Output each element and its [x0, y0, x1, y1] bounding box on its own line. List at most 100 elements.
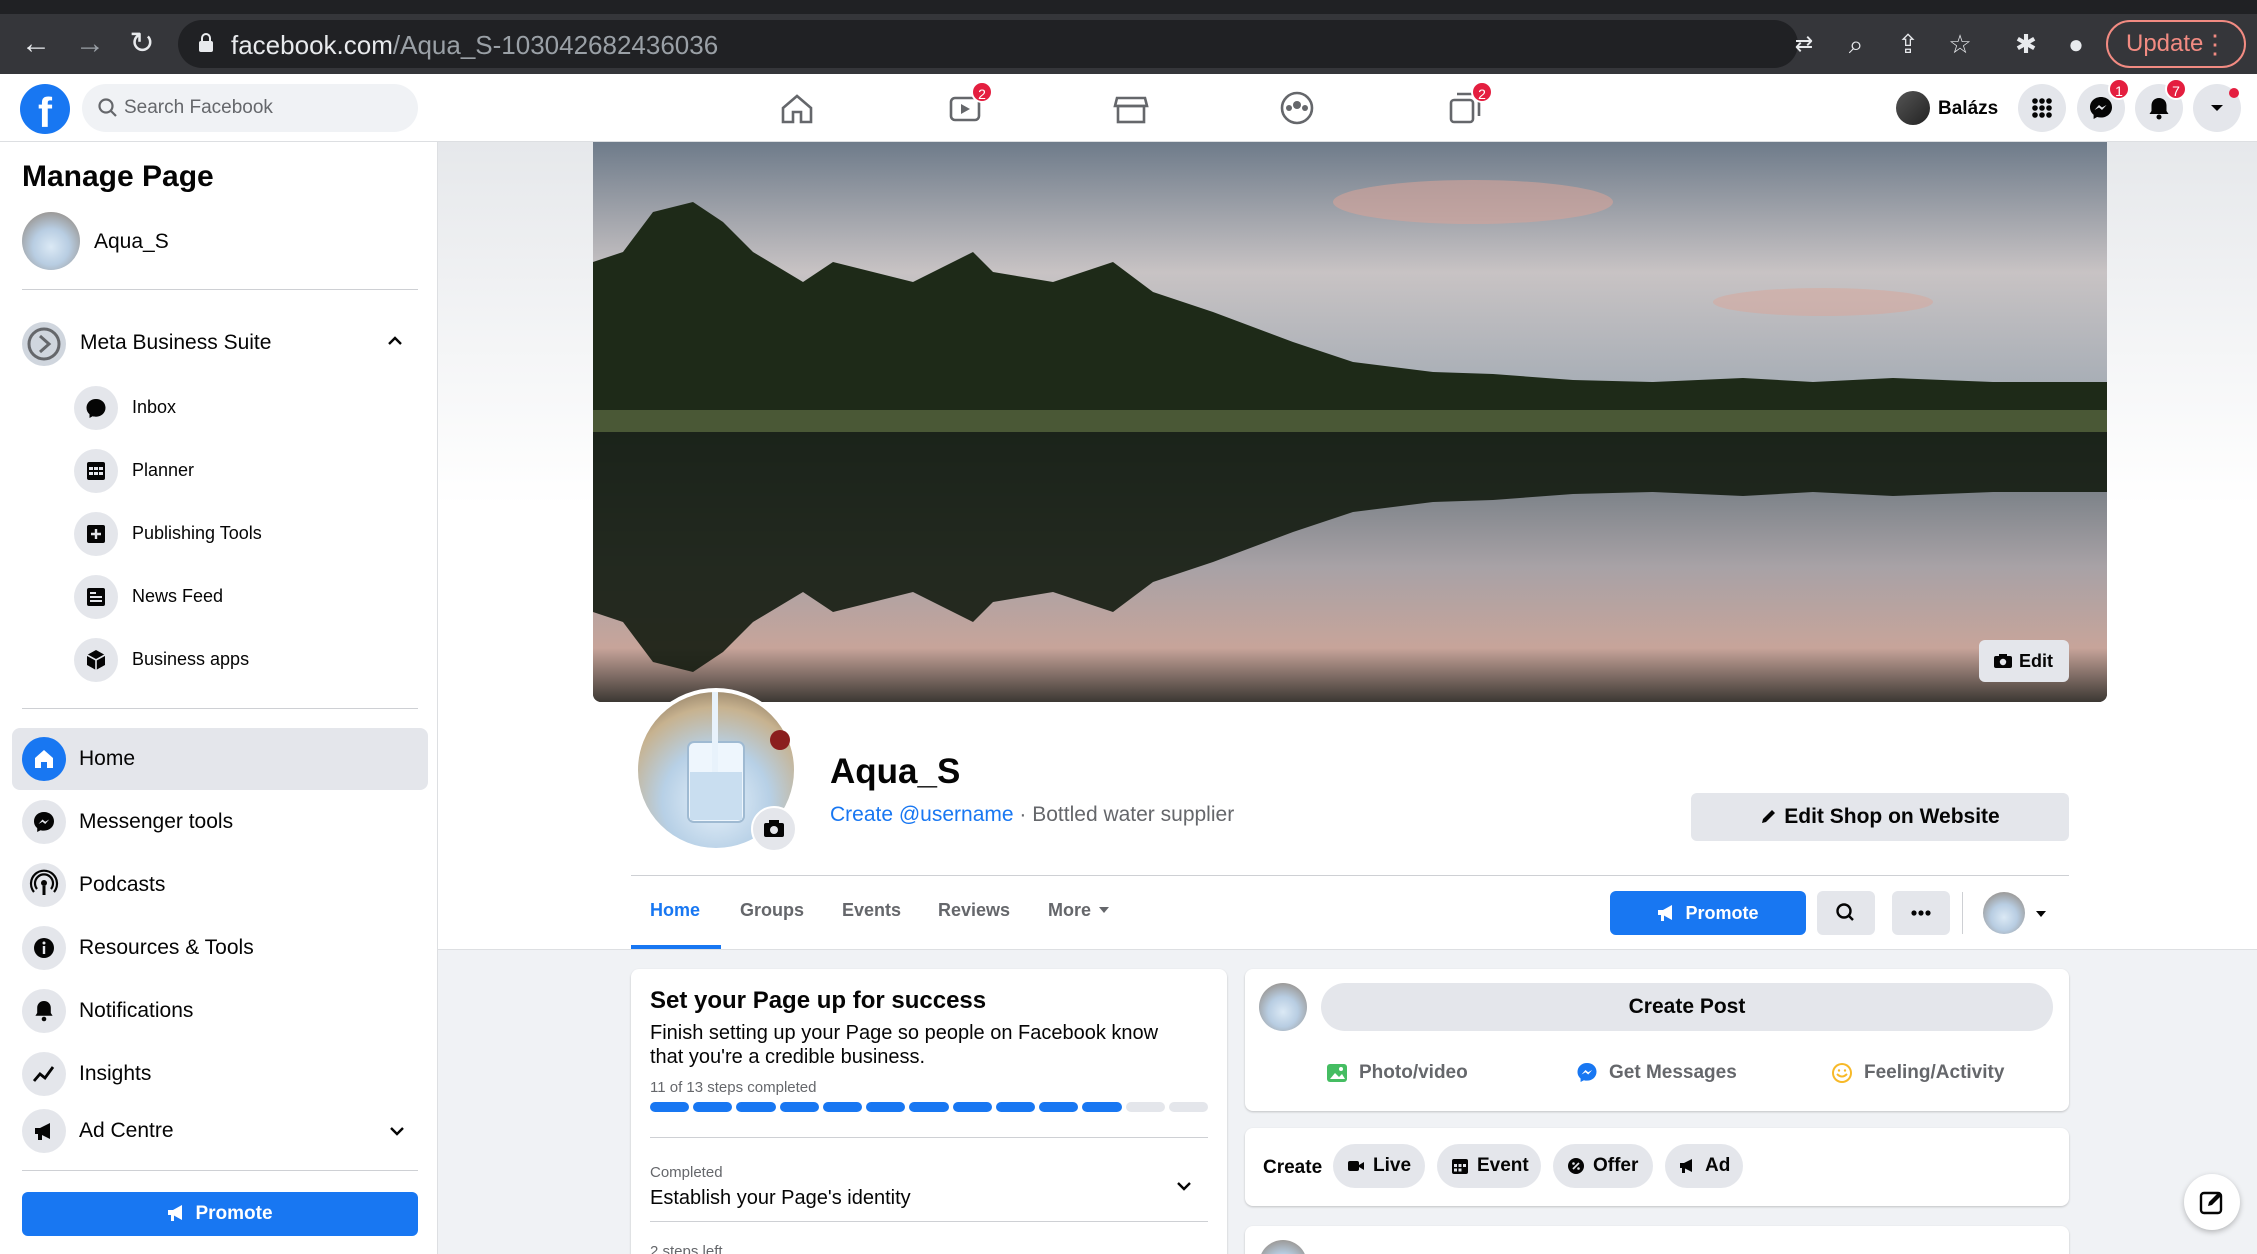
messenger-icon [1577, 1063, 1597, 1082]
progress-segment [909, 1102, 949, 1112]
page-title: Aqua_S [830, 752, 961, 791]
tab-groups[interactable]: Groups [740, 900, 804, 921]
sidebar-item-messenger-tools[interactable]: Messenger tools [12, 791, 428, 853]
search-input[interactable]: Search Facebook [82, 84, 418, 132]
progress-segment [995, 1102, 1036, 1112]
update-button[interactable]: Update ⋮ [2106, 20, 2246, 68]
marketplace-nav-icon[interactable] [1101, 88, 1161, 128]
post-author-avatar [1259, 1240, 1307, 1254]
sidebar-item-insights[interactable]: Insights [12, 1043, 428, 1105]
profile-icon[interactable]: ● [2058, 26, 2094, 62]
sidebar-item-label: Inbox [132, 397, 177, 417]
inbox-icon [74, 386, 118, 430]
lock-icon [199, 33, 213, 52]
tab-reviews[interactable]: Reviews [938, 900, 1010, 921]
business-suite-toggle[interactable]: Meta Business Suite [22, 318, 418, 374]
promote-button[interactable]: Promote [1610, 891, 1806, 935]
facebook-logo[interactable]: f [20, 84, 70, 136]
watch-badge: 2 [971, 81, 993, 103]
sidebar-item-label: Podcasts [79, 873, 166, 896]
manage-page-sidebar: Manage Page Aqua_S Meta Business Suite I… [0, 142, 438, 1254]
tab-more-label: More [1048, 900, 1092, 920]
planner-icon [74, 449, 118, 493]
zoom-icon[interactable]: ⌕ [1838, 26, 1874, 62]
setup-steps-left: 2 steps left [650, 1243, 723, 1254]
create-ad-button[interactable]: Ad [1665, 1144, 1743, 1188]
publishing-tools-icon [74, 512, 118, 556]
account-alert-dot [2229, 88, 2239, 98]
page-search-button[interactable] [1817, 891, 1875, 935]
share-icon[interactable]: ⇪ [1890, 26, 1926, 62]
translate-icon[interactable]: ⇄ [1786, 26, 1822, 62]
progress-segment [779, 1102, 819, 1112]
tab-home[interactable]: Home [650, 900, 700, 921]
sidebar-item-label: Publishing Tools [132, 523, 262, 543]
sidebar-promote-button[interactable]: Promote [22, 1192, 418, 1236]
calendar-icon [1452, 1159, 1468, 1174]
cover-edit-button[interactable]: Edit [1979, 640, 2069, 682]
create-offer-label: Offer [1593, 1155, 1639, 1176]
info-icon [22, 926, 66, 970]
user-name: Balázs [1938, 98, 1999, 119]
sidebar-item-podcasts[interactable]: Podcasts [12, 854, 428, 916]
sidebar-promote-label: Promote [195, 1203, 273, 1224]
menu-grid-button[interactable] [2018, 84, 2066, 132]
reload-icon[interactable]: ↻ [124, 26, 160, 62]
sidebar-item-planner[interactable]: Planner [74, 445, 414, 497]
bookmark-star-icon[interactable]: ☆ [1942, 26, 1978, 62]
setup-title: Set your Page up for success [650, 987, 987, 1014]
tab-strip [0, 0, 2257, 14]
more-options-button[interactable] [1892, 891, 1950, 935]
progress-segment [1082, 1102, 1122, 1112]
chevron-down-icon[interactable] [1175, 1177, 1193, 1195]
kebab-menu-icon[interactable]: ⋮ [2202, 22, 2228, 66]
create-event-button[interactable]: Event [1437, 1144, 1541, 1188]
cover-photo[interactable] [593, 142, 2107, 702]
progress-segment [1168, 1102, 1208, 1112]
sidebar-item-notifications[interactable]: Notifications [12, 980, 428, 1042]
sidebar-item-inbox[interactable]: Inbox [74, 382, 414, 434]
grid-icon [2032, 98, 2052, 118]
sidebar-item-news-feed[interactable]: News Feed [74, 571, 414, 623]
tab-events[interactable]: Events [842, 900, 901, 921]
setup-divider [650, 1137, 1208, 1138]
page-avatar [1259, 983, 1307, 1031]
camera-icon [764, 820, 784, 837]
create-ad-label: Ad [1705, 1155, 1731, 1176]
groups-nav-icon[interactable] [1267, 88, 1327, 128]
create-live-button[interactable]: Live [1333, 1144, 1425, 1188]
get-messages-label: Get Messages [1609, 1062, 1737, 1083]
url-domain: facebook.com [231, 30, 393, 60]
sidebar-item-home[interactable]: Home [12, 728, 428, 790]
setup-progress-bar [650, 1102, 1208, 1112]
create-post-button[interactable]: Create Post [1321, 983, 2053, 1031]
tab-more[interactable]: More [1048, 900, 1111, 921]
profile-picture-camera-button[interactable] [751, 806, 797, 852]
page-voice-avatar[interactable] [1983, 892, 2025, 934]
facebook-header: f Search Facebook 2 2 Balázs 1 7 [0, 74, 2257, 142]
forward-icon[interactable]: → [72, 26, 108, 62]
caret-down-icon[interactable] [2034, 907, 2048, 921]
sidebar-item-ad-centre[interactable]: Ad Centre [12, 1100, 428, 1162]
setup-identity-item[interactable]: Establish your Page's identity [650, 1187, 911, 1210]
sidebar-item-label: Ad Centre [79, 1119, 174, 1142]
compose-icon [2199, 1191, 2223, 1215]
home-nav-icon[interactable] [767, 88, 827, 128]
promote-label: Promote [1685, 903, 1759, 923]
sidebar-item-publishing-tools[interactable]: Publishing Tools [74, 508, 414, 560]
create-username-link[interactable]: Create @username [830, 803, 1014, 826]
sidebar-item-label: Resources & Tools [79, 936, 254, 959]
new-message-button[interactable] [2184, 1174, 2240, 1230]
extensions-icon[interactable]: ✱ [2008, 26, 2044, 62]
update-label: Update [2126, 30, 2204, 57]
create-offer-button[interactable]: Offer [1553, 1144, 1653, 1188]
setup-steps-count: 11 of 13 steps completed [650, 1079, 817, 1096]
address-bar[interactable]: facebook.com/Aqua_S-103042682436036 [178, 20, 1798, 68]
sidebar-item-resources-tools[interactable]: Resources & Tools [12, 917, 428, 979]
search-placeholder: Search Facebook [124, 97, 273, 118]
bell-icon [22, 989, 66, 1033]
sidebar-item-business-apps[interactable]: Business apps [74, 634, 414, 686]
back-icon[interactable]: ← [18, 26, 54, 62]
edit-shop-button[interactable]: Edit Shop on Website [1691, 793, 2069, 841]
insights-icon [22, 1052, 66, 1096]
